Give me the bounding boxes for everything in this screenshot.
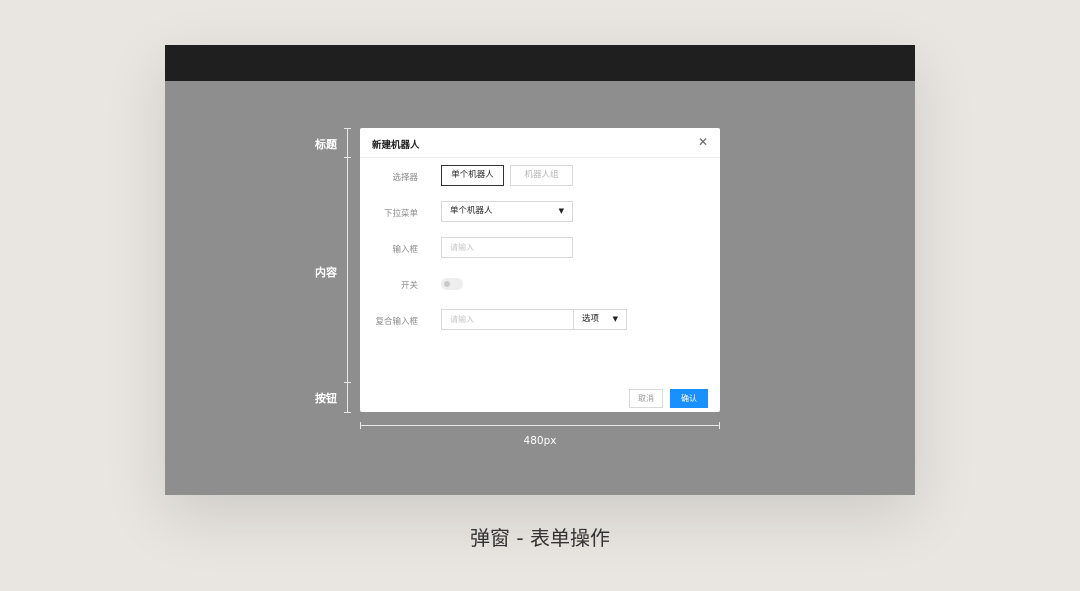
toggle-knob (444, 281, 450, 287)
dialog-header: 新建机器人 ✕ (360, 128, 720, 158)
annotation-bracket-tick-top (344, 128, 351, 129)
input-label: 输入框 (392, 245, 418, 255)
dialog-title: 新建机器人 (372, 140, 420, 151)
dimension-width-label: 480px (523, 435, 557, 447)
compound-input-label: 复合输入框 (375, 317, 418, 327)
modal-dialog: 新建机器人 ✕ 选择器 单个机器人 机器人组 下拉菜单 单个机器人 ▼ 输入框 … (360, 128, 720, 412)
text-input[interactable]: 请输入 (441, 237, 573, 258)
dropdown-value: 单个机器人 (450, 206, 493, 216)
dropdown-select[interactable]: 单个机器人 ▼ (441, 201, 573, 222)
annotation-bracket-tick-buttons (344, 382, 351, 383)
dimension-line (360, 425, 720, 426)
caret-down-icon: ▼ (612, 315, 618, 323)
toggle-switch[interactable] (441, 278, 463, 290)
annotation-bracket-line (347, 128, 348, 412)
annotation-bracket-tick-bottom (344, 412, 351, 413)
selector-option-robot-group[interactable]: 机器人组 (510, 165, 573, 186)
annotation-buttons-label: 按钮 (315, 392, 337, 405)
close-icon[interactable]: ✕ (696, 135, 710, 149)
caret-down-icon: ▼ (558, 207, 564, 215)
dimension-tick-right (719, 422, 720, 429)
annotation-title-label: 标题 (315, 138, 337, 151)
compound-text-input[interactable]: 请输入 (441, 309, 574, 330)
selector-option-single-robot[interactable]: 单个机器人 (441, 165, 504, 186)
cancel-button[interactable]: 取消 (629, 389, 663, 408)
confirm-button[interactable]: 确认 (670, 389, 708, 408)
compound-select-value: 选项 (582, 314, 600, 324)
annotation-bracket-tick-title (344, 157, 351, 158)
screen-frame: 标题 内容 按钮 新建机器人 ✕ 选择器 单个机器人 机器人组 下拉菜单 单个机… (165, 45, 915, 495)
dimension-tick-left (360, 422, 361, 429)
annotation-content-label: 内容 (315, 266, 337, 279)
app-top-bar (165, 45, 915, 81)
figure-caption: 弹窗 - 表单操作 (470, 526, 610, 550)
compound-select[interactable]: 选项 ▼ (573, 309, 627, 330)
dropdown-label: 下拉菜单 (383, 209, 418, 219)
switch-label: 开关 (400, 281, 418, 291)
selector-label: 选择器 (392, 173, 418, 183)
